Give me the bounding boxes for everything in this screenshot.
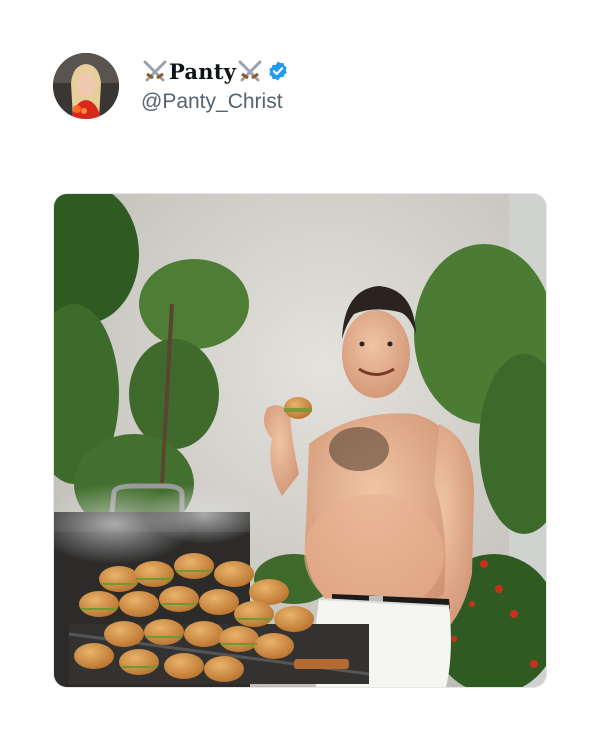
display-name: Panty <box>169 58 237 84</box>
display-name-row[interactable]: Panty <box>141 56 289 86</box>
user-handle[interactable]: @Panty_Christ <box>141 90 283 114</box>
tweet-photo[interactable] <box>53 193 547 688</box>
verified-badge-icon <box>269 61 287 81</box>
crossed-swords-icon <box>143 60 167 82</box>
crossed-swords-icon <box>238 60 262 82</box>
tweet: Panty @Panty_Christ <box>0 0 599 740</box>
avatar[interactable] <box>53 53 119 119</box>
